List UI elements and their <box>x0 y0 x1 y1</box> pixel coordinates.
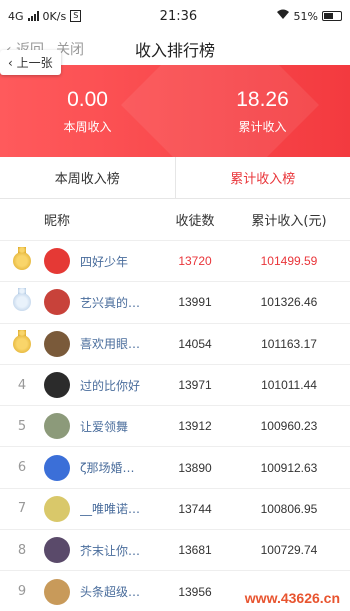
avatar[interactable] <box>44 248 70 275</box>
income-value: 100960.23 <box>260 419 318 434</box>
network-type: 4G <box>8 9 24 23</box>
ranking-tabs: 本周收入榜 累计收入榜 <box>0 157 350 199</box>
rank-cell <box>0 247 44 271</box>
income-value: 100912.63 <box>260 460 318 475</box>
rank-cell: 7 <box>0 501 44 516</box>
tab-weekly-income[interactable]: 本周收入榜 <box>0 157 175 198</box>
tab-total-income[interactable]: 累计收入榜 <box>174 157 350 198</box>
fans-count: 13956 <box>178 584 212 599</box>
rank-number: 6 <box>17 460 27 476</box>
nickname[interactable]: 艺兴真的… <box>80 294 162 311</box>
nickname[interactable]: 过的比你好 <box>80 377 162 394</box>
table-row[interactable]: 四好少年 13720 101499.59 <box>0 241 350 283</box>
fans-count: 13971 <box>178 378 212 393</box>
nickname[interactable]: 芥末让你… <box>80 542 162 559</box>
fans-count: 13912 <box>178 419 212 434</box>
income-value: 100806.95 <box>260 501 318 516</box>
rank-cell <box>0 288 44 312</box>
watermark: www.43626.cn <box>240 589 344 607</box>
nickname[interactable]: 喜欢用眼… <box>80 335 162 352</box>
table-row[interactable]: 5 让爱领舞 13912 100960.23 <box>0 406 350 448</box>
fans-count: 13744 <box>178 501 212 516</box>
header-nickname: 昵称 <box>44 214 71 229</box>
chevron-left-icon: ‹ <box>8 56 13 70</box>
medal-icon <box>13 247 31 271</box>
income-value: 101163.17 <box>261 336 317 351</box>
fans-count: 14054 <box>178 336 212 351</box>
avatar[interactable] <box>44 495 70 522</box>
income-value: 101011.44 <box>261 378 317 393</box>
rank-number: 9 <box>17 584 27 600</box>
table-row[interactable]: 7 __唯唯诺… 13744 100806.95 <box>0 489 350 531</box>
rank-number: 5 <box>17 418 27 434</box>
nickname[interactable]: 四好少年 <box>80 253 162 270</box>
rank-cell: 6 <box>0 460 44 475</box>
income-value: 101499.59 <box>260 254 318 269</box>
fans-count: 13890 <box>178 460 212 475</box>
table-row[interactable]: 喜欢用眼… 14054 101163.17 <box>0 324 350 365</box>
status-time: 21:36 <box>159 8 198 24</box>
fans-count: 13991 <box>178 295 212 310</box>
avatar[interactable] <box>44 454 70 481</box>
rank-cell: 5 <box>0 419 44 434</box>
weekly-income-label: 本周收入 <box>63 119 112 134</box>
rank-number: 8 <box>17 542 27 558</box>
rank-cell <box>0 329 44 353</box>
battery-percent: 51% <box>293 9 318 23</box>
total-income-stat: 18.26 累计收入 <box>175 65 350 157</box>
nickname[interactable]: ζ那场婚… <box>80 459 162 476</box>
medal-icon <box>13 288 31 312</box>
rank-cell: 9 <box>0 584 44 599</box>
avatar[interactable] <box>44 413 70 440</box>
rank-cell: 8 <box>0 543 44 558</box>
avatar[interactable] <box>44 578 70 605</box>
list-header: 昵称 收徒数 累计收入(元) <box>0 199 350 241</box>
weekly-income-value: 0.00 <box>67 87 108 111</box>
status-right: 51% <box>276 9 342 23</box>
income-banner: 0.00 本周收入 18.26 累计收入 <box>0 65 350 157</box>
table-row[interactable]: 4 过的比你好 13971 101011.44 <box>0 365 350 407</box>
total-income-value: 18.26 <box>236 87 289 111</box>
avatar[interactable] <box>44 537 70 564</box>
nickname[interactable]: 让爱领舞 <box>80 418 162 435</box>
total-income-label: 累计收入 <box>238 119 287 134</box>
page-title: 收入排行榜 <box>134 41 215 60</box>
table-row[interactable]: 艺兴真的… 13991 101326.46 <box>0 282 350 324</box>
ranking-list: 四好少年 13720 101499.59 艺兴真的… 13991 101326.46 喜欢用… <box>0 241 350 611</box>
prev-image-button[interactable]: ‹ 上一张 <box>0 50 61 75</box>
signal-icon <box>27 11 39 21</box>
status-left: 4G 0K/s S <box>8 9 82 23</box>
medal-icon <box>13 329 31 353</box>
avatar[interactable] <box>44 330 70 357</box>
table-row[interactable]: 6 ζ那场婚… 13890 100912.63 <box>0 447 350 489</box>
weekly-income-stat: 0.00 本周收入 <box>0 65 175 157</box>
avatar[interactable] <box>44 372 70 399</box>
battery-icon <box>322 11 342 21</box>
rank-cell: 4 <box>0 378 44 393</box>
income-value: 101326.46 <box>260 295 318 310</box>
rank-number: 7 <box>17 501 27 517</box>
sim-badge: S <box>70 10 82 22</box>
header-income: 累计收入(元) <box>251 214 327 229</box>
avatar[interactable] <box>44 289 70 316</box>
fans-count: 13681 <box>178 543 212 558</box>
nickname[interactable]: __唯唯诺… <box>80 500 162 517</box>
rank-number: 4 <box>17 377 27 393</box>
income-value: 100729.74 <box>260 543 318 558</box>
fans-count: 13720 <box>178 254 212 269</box>
header-fans: 收徒数 <box>175 214 215 229</box>
prev-image-label: 上一张 <box>16 56 53 70</box>
network-speed: 0K/s <box>42 9 67 23</box>
status-bar: 4G 0K/s S 21:36 51% <box>0 0 350 32</box>
table-row[interactable]: 8 芥末让你… 13681 100729.74 <box>0 530 350 572</box>
nickname[interactable]: 头条超级… <box>80 583 162 600</box>
wifi-icon <box>276 9 290 23</box>
